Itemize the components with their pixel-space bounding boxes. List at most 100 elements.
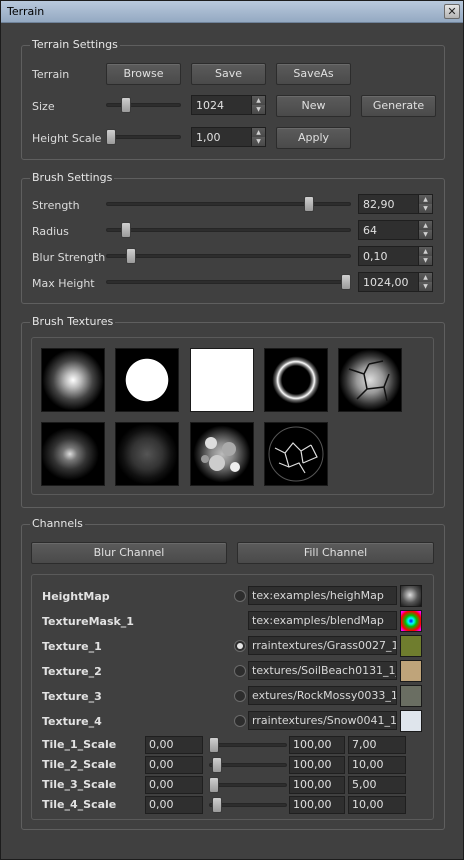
tile3-slider-handle[interactable]	[209, 777, 219, 793]
tile3-value[interactable]: 5,00	[348, 776, 406, 794]
max-height-label: Max Height	[32, 277, 95, 290]
tile4-min[interactable]: 0,00	[145, 796, 203, 814]
spin-up-icon[interactable]: ▲	[419, 273, 432, 282]
spin-down-icon[interactable]: ▼	[419, 256, 432, 265]
spin-up-icon[interactable]: ▲	[419, 247, 432, 256]
tile2-max[interactable]: 100,00	[289, 756, 345, 774]
hard-circle-brush-texture[interactable]	[115, 348, 179, 412]
strength-label: Strength	[32, 199, 80, 212]
tile2-min[interactable]: 0,00	[145, 756, 203, 774]
browse-button[interactable]: Browse	[106, 63, 181, 85]
spin-down-icon[interactable]: ▼	[419, 204, 432, 213]
channel-path-texturemask[interactable]: tex:examples/blendMap	[248, 611, 397, 630]
tile4-slider[interactable]	[209, 797, 287, 813]
tile3-max[interactable]: 100,00	[289, 776, 345, 794]
max-height-slider[interactable]	[106, 274, 351, 290]
blur-channel-button[interactable]: Blur Channel	[31, 542, 227, 564]
blur-strength-slider[interactable]	[106, 248, 351, 264]
smoke-brush-texture[interactable]	[41, 422, 105, 486]
tile1-slider-handle[interactable]	[209, 737, 220, 753]
radius-slider[interactable]	[106, 222, 351, 238]
cracked-brush-texture[interactable]	[338, 348, 402, 412]
max-height-slider-handle[interactable]	[341, 274, 351, 290]
tile3-min[interactable]: 0,00	[145, 776, 203, 794]
blur-strength-slider-handle[interactable]	[125, 248, 136, 264]
channel-path-texture3[interactable]: extures/RockMossy0033_1_S	[248, 686, 397, 705]
spin-down-icon[interactable]: ▼	[252, 137, 265, 146]
saveas-button[interactable]: SaveAs	[276, 63, 351, 85]
tile1-value[interactable]: 7,00	[348, 736, 406, 754]
generate-button[interactable]: Generate	[361, 95, 436, 117]
texturemask-thumbnail[interactable]	[400, 610, 422, 632]
apply-button[interactable]: Apply	[276, 127, 351, 149]
tile4-label: Tile_4_Scale	[42, 798, 117, 811]
tile3-slider[interactable]	[209, 777, 287, 793]
tile2-slider-handle[interactable]	[211, 757, 222, 773]
tile1-slider[interactable]	[209, 737, 287, 753]
save-button[interactable]: Save	[191, 63, 266, 85]
close-icon[interactable]: ✕	[444, 4, 460, 19]
channel-path-texture2[interactable]: textures/SoilBeach0131_1_S	[248, 661, 397, 680]
radius-value: 64	[363, 224, 377, 237]
snow-thumbnail[interactable]	[400, 710, 422, 732]
tile4-value[interactable]: 10,00	[348, 796, 406, 814]
height-scale-slider-handle[interactable]	[106, 129, 116, 145]
spin-up-icon[interactable]: ▲	[419, 221, 432, 230]
fill-channel-button[interactable]: Fill Channel	[237, 542, 434, 564]
tile4-max[interactable]: 100,00	[289, 796, 345, 814]
size-slider[interactable]	[106, 97, 181, 113]
title-bar[interactable]: Terrain ✕	[1, 1, 463, 23]
channel-label-texture1: Texture_1	[42, 640, 102, 653]
veins-brush-texture[interactable]	[264, 422, 328, 486]
channel-radio-texture4[interactable]	[234, 715, 246, 727]
strength-slider[interactable]	[106, 196, 351, 212]
square-brush-texture[interactable]	[190, 348, 254, 412]
new-button[interactable]: New	[276, 95, 351, 117]
max-height-spinbox[interactable]: 1024,00 ▲ ▼	[358, 272, 433, 292]
blur-strength-label: Blur Strength	[32, 251, 106, 264]
grass-thumbnail[interactable]	[400, 635, 422, 657]
brush-textures-label: Brush Textures	[30, 315, 116, 328]
radius-slider-handle[interactable]	[120, 222, 131, 238]
spin-up-icon[interactable]: ▲	[252, 128, 265, 137]
noise-brush-texture[interactable]	[115, 422, 179, 486]
rocks-brush-texture[interactable]	[190, 422, 254, 486]
soil-thumbnail[interactable]	[400, 660, 422, 682]
size-spinbox[interactable]: 1024 ▲ ▼	[191, 95, 266, 115]
tile2-value[interactable]: 10,00	[348, 756, 406, 774]
spin-down-icon[interactable]: ▼	[419, 230, 432, 239]
rock-thumbnail[interactable]	[400, 685, 422, 707]
channel-radio-heightmap[interactable]	[234, 590, 246, 602]
tile1-max[interactable]: 100,00	[289, 736, 345, 754]
heightmap-thumbnail[interactable]	[400, 585, 422, 607]
strength-spinbox[interactable]: 82,90 ▲ ▼	[358, 194, 433, 214]
channel-path-texture1[interactable]: rraintextures/Grass0027_1_S	[248, 636, 397, 655]
terrain-settings-label: Terrain Settings	[30, 38, 120, 51]
channel-radio-texture2[interactable]	[234, 665, 246, 677]
spin-down-icon[interactable]: ▼	[252, 105, 265, 114]
size-label: Size	[32, 100, 55, 113]
channel-path-texture4[interactable]: rraintextures/Snow0041_1_S	[248, 711, 397, 730]
height-scale-slider[interactable]	[106, 129, 181, 145]
tile2-slider[interactable]	[209, 757, 287, 773]
spin-up-icon[interactable]: ▲	[252, 96, 265, 105]
veins-icon	[268, 426, 324, 482]
radius-spinbox[interactable]: 64 ▲ ▼	[358, 220, 433, 240]
channel-radio-texture1[interactable]	[234, 640, 246, 652]
blur-strength-spinbox[interactable]: 0,10 ▲ ▼	[358, 246, 433, 266]
channel-label-texturemask: TextureMask_1	[42, 615, 134, 628]
spin-up-icon[interactable]: ▲	[419, 195, 432, 204]
size-slider-handle[interactable]	[121, 97, 132, 113]
tile4-slider-handle[interactable]	[211, 797, 222, 813]
strength-slider-handle[interactable]	[304, 196, 315, 212]
height-scale-spinbox[interactable]: 1,00 ▲ ▼	[191, 127, 266, 147]
channel-radio-texture3[interactable]	[234, 690, 246, 702]
spin-down-icon[interactable]: ▼	[419, 282, 432, 291]
ring-brush-texture[interactable]	[264, 348, 328, 412]
soft-brush-texture[interactable]	[41, 348, 105, 412]
cracks-icon	[348, 360, 390, 402]
channel-path-heightmap[interactable]: tex:examples/heighMap	[248, 586, 397, 605]
channel-label-texture4: Texture_4	[42, 715, 102, 728]
tile1-min[interactable]: 0,00	[145, 736, 203, 754]
channel-label-texture3: Texture_3	[42, 690, 102, 703]
